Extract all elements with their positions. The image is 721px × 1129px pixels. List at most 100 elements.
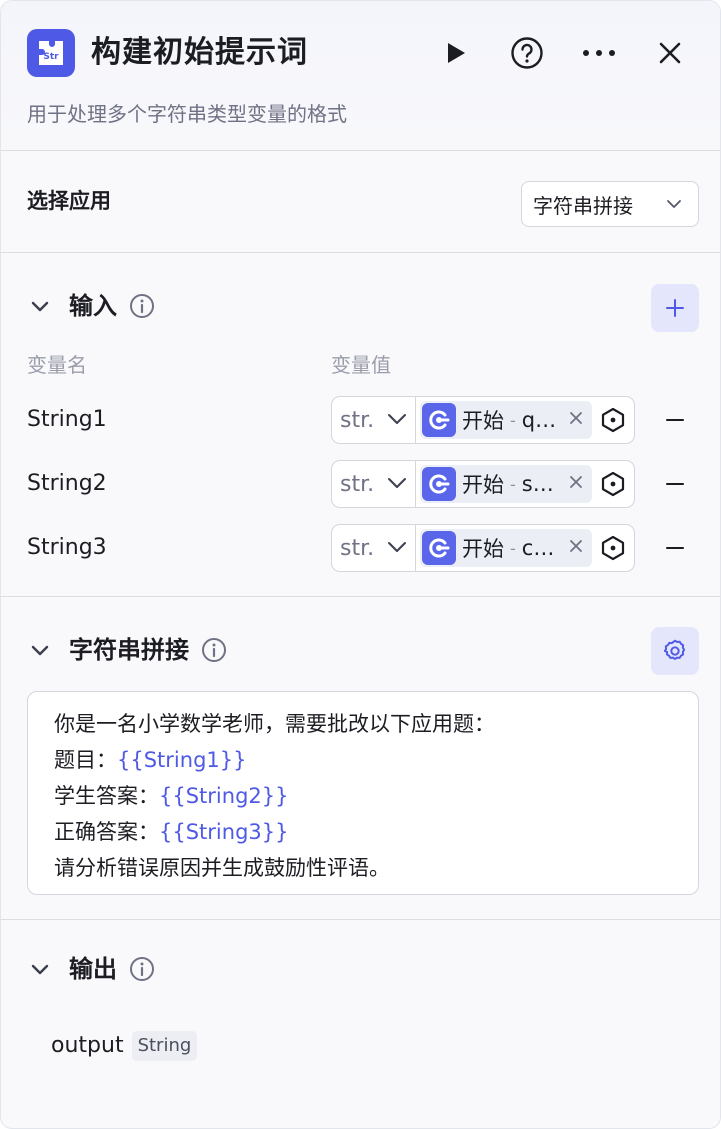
play-icon	[448, 43, 465, 63]
output-section-title: 输出	[69, 955, 117, 983]
chevron-down-icon	[388, 414, 406, 424]
variable-picker-icon[interactable]	[600, 535, 626, 561]
output-variable: output String	[51, 1030, 198, 1062]
type-value: str.	[340, 407, 375, 433]
reference-separator: -	[510, 410, 516, 430]
chevron-down-icon	[31, 301, 49, 312]
reference-node-name: 开始	[462, 473, 504, 497]
variable-picker-icon[interactable]	[600, 407, 626, 433]
remove-variable-button[interactable]	[661, 534, 689, 562]
template-variable: {{String3}}	[159, 820, 289, 844]
template-line: 学生答案：{{String2}}	[54, 784, 289, 808]
gear-icon	[663, 639, 686, 660]
template-variable: {{String2}}	[159, 784, 289, 808]
help-button[interactable]	[508, 34, 546, 72]
output-name: output	[51, 1033, 124, 1058]
collapse-input-button[interactable]	[27, 293, 53, 319]
concat-settings-button[interactable]	[651, 627, 699, 675]
reference-variable: c…	[521, 536, 555, 560]
start-node-icon	[422, 531, 456, 565]
input-section-header: 输入	[27, 289, 155, 323]
info-icon[interactable]	[129, 293, 155, 319]
variable-value-field[interactable]: str. 开始 - c…	[331, 524, 635, 572]
collapse-output-button[interactable]	[27, 956, 53, 982]
remove-reference-icon[interactable]	[566, 536, 586, 556]
chevron-down-icon	[388, 478, 406, 488]
variable-row: String3 str. 开始 - c…	[1, 524, 720, 572]
app-select-value: 字符串拼接	[533, 193, 633, 218]
remove-reference-icon[interactable]	[566, 408, 586, 428]
chevron-down-icon	[31, 964, 49, 975]
type-value: str.	[340, 471, 375, 497]
node-description[interactable]: 用于处理多个字符串类型变量的格式	[27, 99, 347, 129]
chevron-down-icon	[31, 645, 49, 656]
select-app-section: 选择应用 字符串拼接	[1, 151, 720, 253]
input-section: 输入 变量名 变量值 String1 str. 开始 - q… String2 …	[1, 253, 720, 597]
variable-name[interactable]: String1	[27, 404, 107, 436]
concat-template-editor[interactable]: 你是一名小学数学老师，需要批改以下应用题： 题目：{{String1}} 学生答…	[27, 691, 699, 895]
concat-section-title: 字符串拼接	[69, 636, 189, 664]
run-button[interactable]	[437, 34, 475, 72]
string-node-icon: Str	[27, 29, 75, 77]
type-select[interactable]: str.	[332, 525, 416, 571]
start-node-icon	[422, 403, 456, 437]
template-line: 你是一名小学数学老师，需要批改以下应用题：	[54, 712, 495, 736]
minus-icon	[666, 419, 684, 421]
remove-variable-button[interactable]	[661, 470, 689, 498]
output-section: 输出 output String	[1, 920, 720, 1128]
chevron-down-icon	[388, 542, 406, 552]
concat-section-header: 字符串拼接	[27, 633, 227, 667]
variable-reference-tag[interactable]: 开始 - q…	[420, 401, 592, 439]
remove-variable-button[interactable]	[661, 406, 689, 434]
reference-variable: q…	[521, 408, 557, 432]
app-select-dropdown[interactable]: 字符串拼接	[521, 181, 699, 227]
variable-name[interactable]: String2	[27, 468, 107, 500]
svg-text:Str: Str	[43, 52, 59, 62]
minus-icon	[666, 483, 684, 485]
column-header-name: 变量名	[27, 353, 87, 377]
help-icon	[511, 37, 543, 69]
info-icon[interactable]	[201, 637, 227, 663]
more-button[interactable]	[580, 34, 618, 72]
select-app-label: 选择应用	[27, 189, 111, 213]
template-line: 正确答案：{{String3}}	[54, 820, 289, 844]
minus-icon	[666, 547, 684, 549]
more-icon	[583, 50, 615, 56]
variable-value-field[interactable]: str. 开始 - s…	[331, 460, 635, 508]
variable-name[interactable]: String3	[27, 532, 107, 564]
type-select[interactable]: str.	[332, 461, 416, 507]
chevron-down-icon	[667, 200, 681, 208]
node-title[interactable]: 构建初始提示词	[91, 31, 308, 75]
start-node-icon	[422, 467, 456, 501]
type-select[interactable]: str.	[332, 397, 416, 443]
variable-row: String2 str. 开始 - s…	[1, 460, 720, 508]
variable-value-field[interactable]: str. 开始 - q…	[331, 396, 635, 444]
template-line: 请分析错误原因并生成鼓励性评语。	[54, 856, 390, 880]
reference-separator: -	[510, 538, 516, 558]
type-value: str.	[340, 535, 375, 561]
plus-icon	[666, 299, 684, 317]
reference-node-name: 开始	[462, 409, 504, 433]
template-line: 题目：{{String1}}	[54, 748, 247, 772]
variable-row: String1 str. 开始 - q…	[1, 396, 720, 444]
output-section-header: 输出	[27, 952, 155, 986]
panel-header: Str 构建初始提示词 用于处理多个字符串类型变量的格式	[1, 1, 720, 151]
variable-reference-tag[interactable]: 开始 - s…	[420, 465, 592, 503]
output-type-badge: String	[131, 1031, 198, 1061]
reference-separator: -	[510, 474, 516, 494]
close-button[interactable]	[651, 34, 689, 72]
info-icon[interactable]	[129, 956, 155, 982]
node-config-panel: Str 构建初始提示词 用于处理多个字符串类型变量的格式 选择应用 字符串拼接 …	[0, 0, 721, 1129]
template-variable: {{String1}}	[117, 748, 247, 772]
remove-reference-icon[interactable]	[566, 472, 586, 492]
reference-node-name: 开始	[462, 537, 504, 561]
reference-variable: s…	[521, 472, 554, 496]
input-section-title: 输入	[69, 292, 117, 320]
collapse-concat-button[interactable]	[27, 637, 53, 663]
variable-picker-icon[interactable]	[600, 471, 626, 497]
add-variable-button[interactable]	[651, 284, 699, 332]
variable-reference-tag[interactable]: 开始 - c…	[420, 529, 592, 567]
concat-section: 字符串拼接 你是一名小学数学老师，需要批改以下应用题： 题目：{{String1…	[1, 597, 720, 920]
close-icon	[659, 42, 681, 64]
column-header-value: 变量值	[331, 353, 391, 377]
